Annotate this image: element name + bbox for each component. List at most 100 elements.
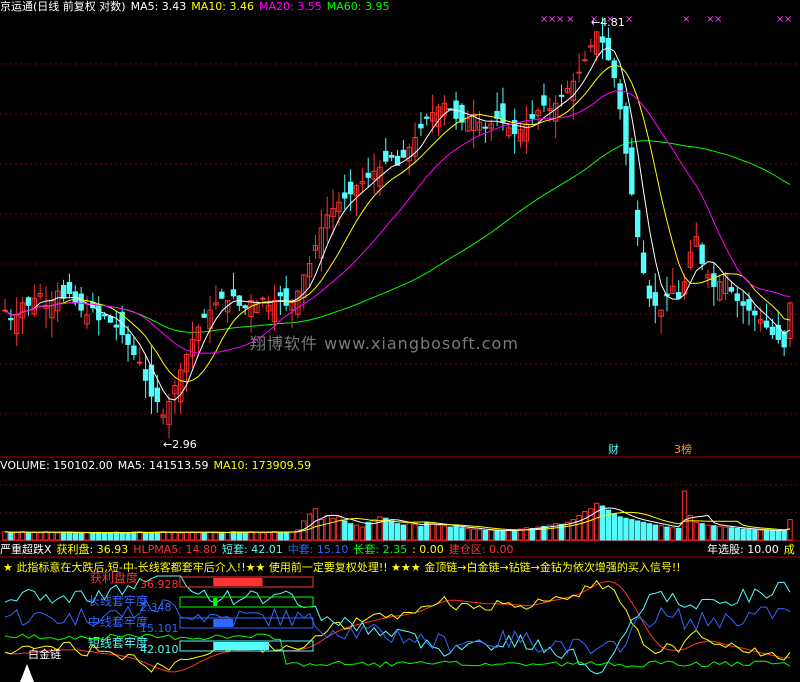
short-gauge-value: 42.010 (140, 643, 179, 656)
volume-bar (25, 532, 32, 541)
volume-bar (154, 531, 161, 541)
indicator-name[interactable]: 严重超跌X (0, 543, 52, 556)
candle-body (388, 154, 395, 158)
volume-bar (289, 531, 295, 541)
candle-body (699, 244, 705, 264)
stock-title: 京运通(日线 前复权 对数) (0, 0, 126, 13)
volume-bar (617, 516, 623, 541)
volume-bar (254, 531, 260, 541)
volume-bar (394, 523, 401, 541)
ma10-value: MA10: 3.46 (191, 0, 255, 13)
event-ranking-marker[interactable]: 3榜 (674, 443, 692, 456)
volume-bar (441, 525, 448, 541)
candle-body (617, 83, 623, 110)
chain-signal-marker (20, 664, 34, 682)
volume-ma5: MA5: 141513.59 (117, 459, 209, 472)
candle-body (582, 59, 588, 62)
event-finance-marker[interactable]: 财 (608, 443, 619, 456)
candle-body (752, 310, 758, 316)
volume-bar (711, 525, 717, 541)
volume-bar (670, 527, 676, 541)
volume-bar (763, 529, 770, 541)
low-price-label: ←2.96 (163, 438, 197, 451)
volume-bar (752, 529, 758, 541)
candle-body (576, 71, 582, 74)
watermark: 翔博软件 www.xiangbosoft.com (250, 334, 519, 353)
volume-bar (96, 531, 102, 541)
volume-bar (242, 531, 248, 541)
signal-mark-3: × (566, 14, 574, 25)
volume-bar (705, 524, 711, 541)
volume-bar (758, 529, 764, 541)
volume-bar (324, 515, 330, 541)
signal-mark-6: × (625, 14, 633, 25)
volume-bar (342, 520, 348, 541)
volume-bar (459, 527, 465, 541)
volume-bar (470, 528, 477, 541)
volume-bar (646, 523, 653, 541)
volume-bar (55, 532, 61, 541)
candle-body (728, 287, 735, 292)
short-trap-value: 短套: 42.01 (222, 543, 283, 556)
volume-bar (482, 529, 489, 541)
volume-bar (447, 526, 453, 541)
volume-bar (687, 515, 694, 541)
signal-mark-7: × (682, 14, 690, 25)
candle-body (711, 273, 717, 287)
hlpma5-value: HLPMA5: 14.80 (133, 543, 217, 556)
candle-body (125, 334, 131, 345)
candle-body (740, 301, 746, 306)
volume-bar (78, 532, 84, 541)
long-gauge-label: 长线套牢度 (88, 594, 149, 608)
candle-body (424, 116, 430, 119)
candle-body (107, 316, 114, 323)
volume-bar (435, 524, 442, 541)
volume-bar (213, 532, 219, 541)
profit-value: 获利盘: 36.93 (56, 543, 129, 556)
mid-gauge-label: 中线套牢度 (88, 615, 149, 629)
candle-body (418, 123, 424, 129)
volume-bar (511, 529, 518, 541)
profit-gauge-fill (213, 578, 263, 586)
candle-body (629, 147, 635, 195)
mid-gauge-fill (213, 619, 234, 627)
volume-value: VOLUME: 150102.00 (0, 459, 113, 472)
volume-bar (652, 524, 658, 541)
volume-bar (277, 531, 284, 541)
ma60-line (4, 140, 791, 333)
candle-body (201, 313, 207, 318)
candle-body (113, 324, 120, 328)
candle-body (283, 288, 289, 306)
candle-body (342, 192, 348, 199)
candle-body (154, 387, 161, 402)
candle-body (769, 326, 776, 335)
candle-body (541, 95, 547, 106)
volume-bar (19, 531, 26, 541)
volume-bar (49, 531, 55, 541)
build-zone-value: 建仓区: 0.00 (448, 543, 514, 556)
volume-bar (248, 531, 254, 541)
price-markers: × × × × × × × × × × × × (540, 14, 792, 25)
candlesticks[interactable] (2, 17, 793, 439)
volume-bar (576, 515, 582, 541)
volume-bar (734, 527, 740, 541)
volume-bar (101, 532, 108, 541)
volume-bar (582, 510, 588, 541)
volume-bar (412, 523, 418, 541)
volume-bar (31, 531, 37, 541)
long-gauge-value: 2.348 (140, 601, 172, 614)
long-gauge-frame (179, 596, 314, 608)
volume-bar (189, 531, 196, 541)
candle-body (230, 289, 237, 297)
ma20-value: MA20: 3.55 (259, 0, 322, 13)
candle-body (482, 126, 489, 129)
volume-bar (781, 530, 787, 541)
volume-bar (500, 530, 506, 541)
volume-bar (230, 531, 237, 541)
volume-bar (611, 513, 617, 541)
candle-body (60, 285, 67, 299)
volume-bar (623, 517, 629, 541)
volume-bar (131, 531, 137, 541)
volume-bar (201, 532, 207, 541)
candle-body (763, 320, 770, 328)
